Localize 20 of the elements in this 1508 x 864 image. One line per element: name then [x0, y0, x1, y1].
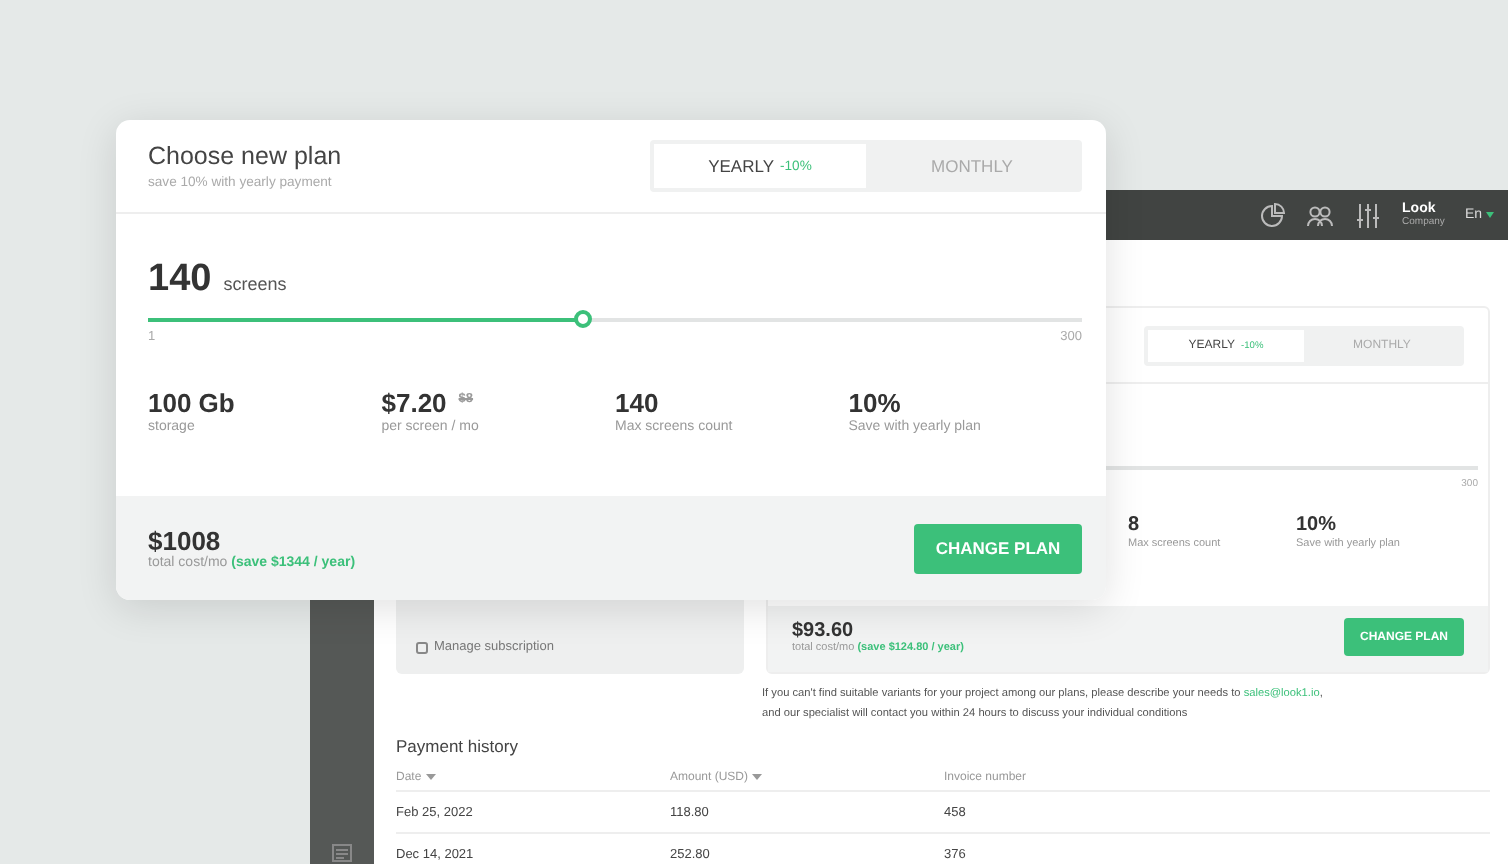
square-icon: [416, 641, 428, 653]
total-amount: $1008: [148, 526, 221, 556]
screens-count: 140: [148, 258, 212, 302]
stat-value: 8: [1128, 514, 1142, 536]
billing-tab[interactable]: MONTHLY: [866, 144, 1078, 188]
pie-chart-icon[interactable]: [1258, 201, 1287, 229]
screens-unit: screens: [223, 274, 287, 294]
total-amount: $93.60: [792, 620, 856, 642]
stat-value: 10%: [848, 388, 903, 418]
payment-history-title: Payment history: [396, 736, 520, 756]
change-plan-button[interactable]: CHANGE PLAN: [914, 523, 1082, 573]
dialog-title: Choose new plan: [148, 142, 342, 170]
caret-icon: [1486, 212, 1494, 218]
stat-value: 100 Gb: [148, 388, 237, 418]
users-icon[interactable]: [1306, 201, 1335, 229]
list-icon[interactable]: [332, 844, 352, 862]
sliders-icon[interactable]: [1354, 201, 1383, 229]
stat-value: 10%: [1296, 514, 1339, 536]
stat-value: 140: [615, 388, 661, 418]
slider-thumb[interactable]: [573, 310, 592, 328]
